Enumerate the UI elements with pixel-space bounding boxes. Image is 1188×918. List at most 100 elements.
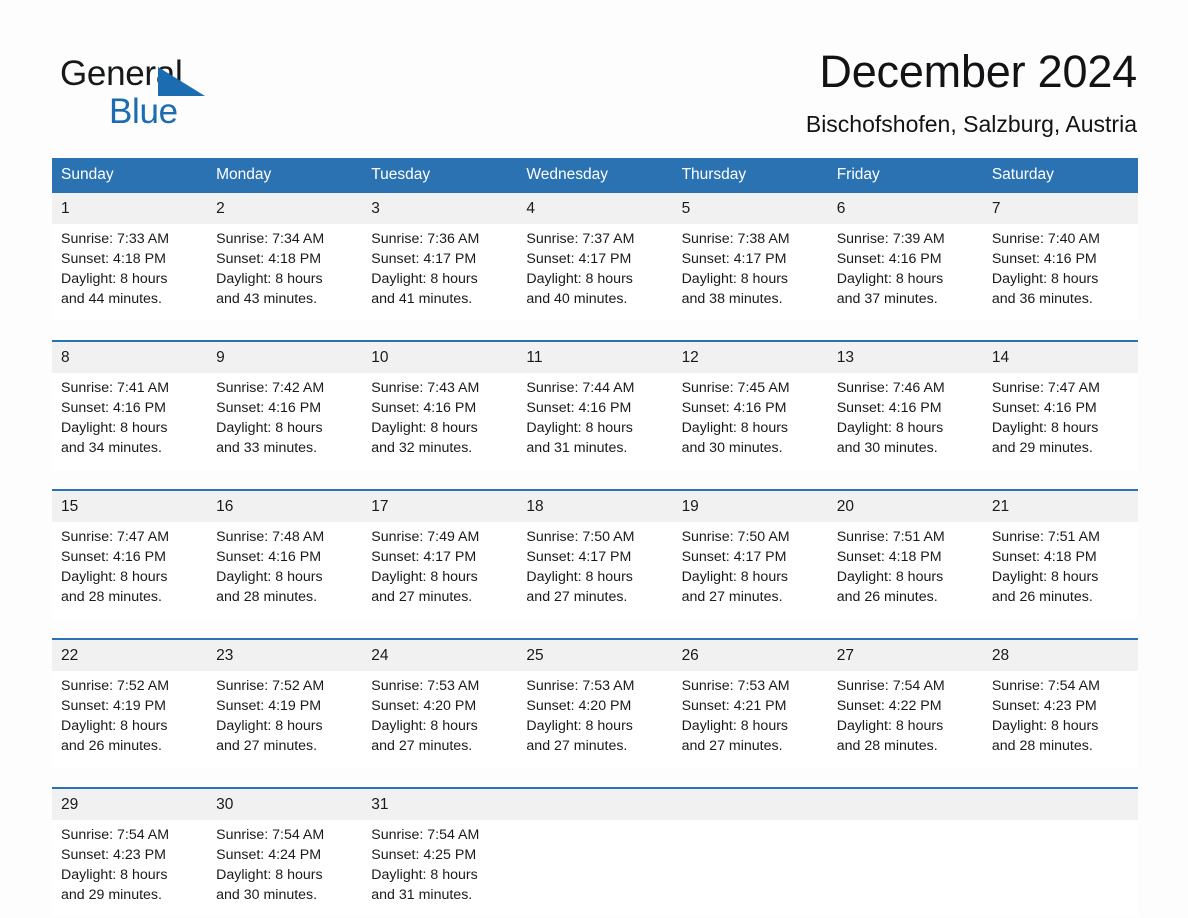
daylight-text-line2: and 41 minutes. bbox=[371, 291, 473, 307]
generalblue-logo[interactable]: General Blue bbox=[60, 54, 260, 140]
day-cell[interactable]: Sunrise: 7:52 AM Sunset: 4:19 PM Daylight:… bbox=[52, 671, 208, 768]
day-number[interactable]: 9 bbox=[207, 340, 363, 373]
day-cell[interactable]: Sunrise: 7:37 AM Sunset: 4:17 PM Daylight:… bbox=[517, 224, 673, 321]
day-number[interactable]: 17 bbox=[362, 489, 518, 522]
day-cell[interactable]: Sunrise: 7:44 AM Sunset: 4:16 PM Daylight:… bbox=[517, 373, 673, 470]
day-cell[interactable]: Sunrise: 7:53 AM Sunset: 4:20 PM Daylight:… bbox=[517, 671, 673, 768]
day-number[interactable]: 12 bbox=[672, 340, 828, 373]
calendar-header: Sunday Monday Tuesday Wednesday Thursday… bbox=[52, 158, 1138, 193]
weekday-header-tuesday: Tuesday bbox=[362, 158, 518, 193]
day-cell[interactable]: Sunrise: 7:54 AM Sunset: 4:25 PM Daylight:… bbox=[362, 820, 518, 917]
daylight-text-line2: and 29 minutes. bbox=[61, 887, 162, 903]
sunset-text: Sunset: 4:16 PM bbox=[681, 400, 787, 416]
sunset-text: Sunset: 4:24 PM bbox=[216, 847, 322, 863]
day-number[interactable]: 20 bbox=[827, 489, 983, 522]
day-number[interactable]: 3 bbox=[362, 193, 518, 224]
day-number[interactable]: 5 bbox=[672, 193, 828, 224]
sunset-text: Sunset: 4:20 PM bbox=[526, 698, 632, 714]
day-cell[interactable]: Sunrise: 7:41 AM Sunset: 4:16 PM Daylight:… bbox=[52, 373, 208, 470]
day-cell[interactable]: Sunrise: 7:33 AM Sunset: 4:18 PM Daylight:… bbox=[52, 224, 208, 321]
day-cell[interactable]: Sunrise: 7:46 AM Sunset: 4:16 PM Daylight:… bbox=[827, 373, 983, 470]
day-cell[interactable]: Sunrise: 7:53 AM Sunset: 4:20 PM Daylight:… bbox=[362, 671, 518, 768]
day-number[interactable]: 4 bbox=[517, 193, 673, 224]
day-number[interactable]: 31 bbox=[362, 787, 518, 820]
day-cell[interactable]: Sunrise: 7:36 AM Sunset: 4:17 PM Daylight:… bbox=[362, 224, 518, 321]
day-cell[interactable]: Sunrise: 7:39 AM Sunset: 4:16 PM Daylight:… bbox=[827, 224, 983, 321]
day-number[interactable]: 19 bbox=[672, 489, 828, 522]
day-cell[interactable]: Sunrise: 7:40 AM Sunset: 4:16 PM Daylight:… bbox=[982, 224, 1138, 321]
sunset-text: Sunset: 4:17 PM bbox=[681, 549, 787, 565]
day-cell[interactable]: Sunrise: 7:45 AM Sunset: 4:16 PM Daylight:… bbox=[672, 373, 828, 470]
day-number[interactable]: 25 bbox=[517, 638, 673, 671]
daylight-text-line1: Daylight: 8 hours bbox=[991, 420, 1099, 436]
calendar-page: General Blue December 2024 Bischofshofen… bbox=[0, 0, 1188, 918]
day-number[interactable]: 16 bbox=[207, 489, 363, 522]
day-number[interactable]: 2 bbox=[207, 193, 363, 224]
day-cell[interactable]: Sunrise: 7:50 AM Sunset: 4:17 PM Daylight:… bbox=[672, 522, 828, 619]
sunset-text: Sunset: 4:22 PM bbox=[836, 698, 942, 714]
day-cell[interactable]: Sunrise: 7:49 AM Sunset: 4:17 PM Daylight:… bbox=[362, 522, 518, 619]
day-number[interactable]: 13 bbox=[827, 340, 983, 373]
day-number-row: 22 23 24 25 26 27 28 bbox=[52, 638, 1138, 671]
day-cell[interactable]: Sunrise: 7:42 AM Sunset: 4:16 PM Daylight:… bbox=[207, 373, 363, 470]
day-cell[interactable]: Sunrise: 7:50 AM Sunset: 4:17 PM Daylight:… bbox=[517, 522, 673, 619]
day-number[interactable]: 11 bbox=[517, 340, 673, 373]
day-number[interactable]: 27 bbox=[827, 638, 983, 671]
day-cell[interactable]: Sunrise: 7:43 AM Sunset: 4:16 PM Daylight:… bbox=[362, 373, 518, 470]
daylight-text-line2: and 30 minutes. bbox=[681, 440, 783, 456]
sunrise-sunset-calendar-table: Sunday Monday Tuesday Wednesday Thursday… bbox=[52, 158, 1138, 917]
sunrise-text: Sunrise: 7:52 AM bbox=[61, 678, 170, 694]
day-number[interactable]: 8 bbox=[52, 340, 208, 373]
day-number[interactable]: 14 bbox=[982, 340, 1138, 373]
daylight-text-line2: and 37 minutes. bbox=[836, 291, 938, 307]
day-cell[interactable]: Sunrise: 7:52 AM Sunset: 4:19 PM Daylight:… bbox=[207, 671, 363, 768]
day-detail-row: Sunrise: 7:41 AM Sunset: 4:16 PM Daylight:… bbox=[52, 373, 1138, 470]
daylight-text-line1: Daylight: 8 hours bbox=[526, 420, 633, 436]
page-title: December 2024 bbox=[819, 46, 1137, 97]
daylight-text-line2: and 29 minutes. bbox=[991, 440, 1093, 456]
day-number[interactable]: 24 bbox=[362, 638, 518, 671]
day-number[interactable]: 10 bbox=[362, 340, 518, 373]
day-cell[interactable]: Sunrise: 7:54 AM Sunset: 4:23 PM Daylight:… bbox=[52, 820, 208, 917]
day-detail-row: Sunrise: 7:33 AM Sunset: 4:18 PM Daylight:… bbox=[52, 224, 1138, 321]
day-number[interactable]: 22 bbox=[52, 638, 208, 671]
day-number[interactable]: 30 bbox=[207, 787, 363, 820]
sunset-text: Sunset: 4:16 PM bbox=[216, 549, 322, 565]
day-cell[interactable]: Sunrise: 7:48 AM Sunset: 4:16 PM Daylight:… bbox=[207, 522, 363, 619]
sunrise-text: Sunrise: 7:34 AM bbox=[216, 231, 325, 247]
daylight-text-line1: Daylight: 8 hours bbox=[526, 271, 633, 287]
daylight-text-line1: Daylight: 8 hours bbox=[681, 271, 789, 287]
daylight-text-line2: and 27 minutes. bbox=[681, 589, 783, 605]
day-cell[interactable]: Sunrise: 7:51 AM Sunset: 4:18 PM Daylight:… bbox=[827, 522, 983, 619]
day-cell[interactable]: Sunrise: 7:54 AM Sunset: 4:24 PM Daylight:… bbox=[207, 820, 363, 917]
day-number[interactable]: 29 bbox=[52, 787, 208, 820]
day-number[interactable]: 15 bbox=[52, 489, 208, 522]
day-cell[interactable]: Sunrise: 7:53 AM Sunset: 4:21 PM Daylight:… bbox=[672, 671, 828, 768]
daylight-text-line2: and 32 minutes. bbox=[371, 440, 473, 456]
day-number[interactable]: 26 bbox=[672, 638, 828, 671]
day-number-empty bbox=[672, 787, 828, 820]
sunrise-text: Sunrise: 7:36 AM bbox=[371, 231, 480, 247]
sunset-text: Sunset: 4:16 PM bbox=[836, 400, 942, 416]
daylight-text-line1: Daylight: 8 hours bbox=[991, 569, 1099, 585]
day-number[interactable]: 1 bbox=[52, 193, 208, 224]
sunrise-text: Sunrise: 7:45 AM bbox=[681, 380, 790, 396]
day-detail-row: Sunrise: 7:52 AM Sunset: 4:19 PM Daylight:… bbox=[52, 671, 1138, 768]
day-number[interactable]: 18 bbox=[517, 489, 673, 522]
day-cell[interactable]: Sunrise: 7:51 AM Sunset: 4:18 PM Daylight:… bbox=[982, 522, 1138, 619]
daylight-text-line1: Daylight: 8 hours bbox=[836, 569, 944, 585]
daylight-text-line1: Daylight: 8 hours bbox=[61, 718, 168, 734]
day-cell[interactable]: Sunrise: 7:47 AM Sunset: 4:16 PM Daylight:… bbox=[52, 522, 208, 619]
day-number[interactable]: 28 bbox=[982, 638, 1138, 671]
day-cell[interactable]: Sunrise: 7:34 AM Sunset: 4:18 PM Daylight:… bbox=[207, 224, 363, 321]
sunrise-text: Sunrise: 7:54 AM bbox=[836, 678, 945, 694]
day-cell[interactable]: Sunrise: 7:38 AM Sunset: 4:17 PM Daylight:… bbox=[672, 224, 828, 321]
day-cell[interactable]: Sunrise: 7:47 AM Sunset: 4:16 PM Daylight:… bbox=[982, 373, 1138, 470]
day-cell[interactable]: Sunrise: 7:54 AM Sunset: 4:23 PM Daylight:… bbox=[982, 671, 1138, 768]
day-cell[interactable]: Sunrise: 7:54 AM Sunset: 4:22 PM Daylight:… bbox=[827, 671, 983, 768]
day-number[interactable]: 21 bbox=[982, 489, 1138, 522]
day-number[interactable]: 23 bbox=[207, 638, 363, 671]
day-number[interactable]: 7 bbox=[982, 193, 1138, 224]
day-number[interactable]: 6 bbox=[827, 193, 983, 224]
weekday-header-saturday: Saturday bbox=[982, 158, 1138, 193]
